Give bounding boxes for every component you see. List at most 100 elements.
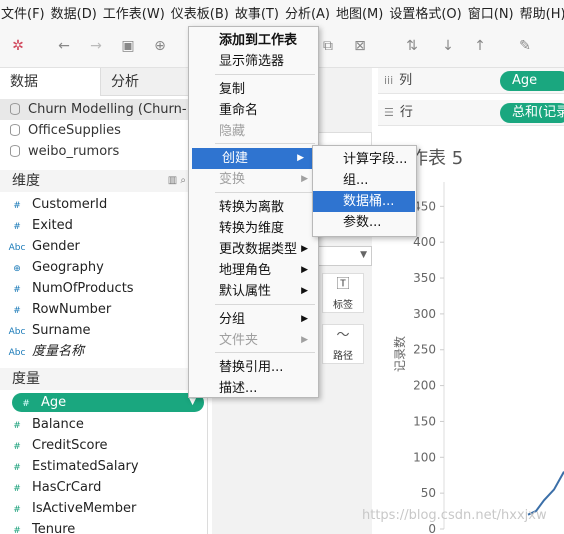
save-icon[interactable]: ▣ (118, 36, 138, 56)
columns-shelf[interactable]: iii 列 Age (378, 68, 564, 94)
submenu-item-3[interactable]: 参数... (313, 212, 416, 233)
menu-worksheet[interactable]: 工作表(W) (103, 3, 171, 22)
submenu-arrow-icon: ▶ (301, 314, 308, 324)
context-menu-item-5[interactable]: 创建 ▶ (192, 148, 314, 169)
label-icon: 🅃 (336, 277, 350, 292)
tab-data[interactable]: 数据 (0, 68, 100, 96)
datasource-weibo[interactable]: weibo_rumors (0, 141, 208, 162)
watermark: https://blog.csdn.net/hxxjxw (362, 508, 547, 523)
submenu-item-2[interactable]: 数据桶... (313, 191, 415, 212)
pane-tabs: 数据 分析 (0, 68, 208, 96)
submenu-item-1[interactable]: 组... (313, 170, 416, 191)
menu-separator (215, 192, 315, 193)
y-tick-label: 300 (413, 307, 436, 321)
context-menu-item-2[interactable]: 复制 (189, 79, 318, 100)
field-age-selected[interactable]: # Age ▼ (12, 393, 204, 412)
context-menu-item-11[interactable]: 默认属性 ▶ (189, 281, 318, 302)
database-icon (10, 145, 20, 157)
submenu-arrow-icon: ▶ (301, 244, 308, 254)
context-menu-item-6: 变换 ▶ (189, 169, 318, 190)
context-menu-item-4: 隐藏 (219, 124, 246, 139)
submenu-item-0[interactable]: 计算字段... (313, 149, 416, 170)
new-datasource-icon[interactable]: ⊕ (150, 36, 170, 56)
context-menu-item-1[interactable]: 显示筛选器 (189, 51, 318, 72)
rows-shelf[interactable]: ☰行 总和(记录数) (378, 100, 564, 126)
y-axis-label: 记录数 (392, 336, 407, 372)
rows-icon: ☰ (384, 106, 394, 119)
columns-icon: iii (384, 74, 394, 87)
field-hascrcard[interactable]: # HasCrCard (0, 477, 208, 498)
context-menu-item-8[interactable]: 转换为维度 (189, 218, 318, 239)
forward-icon[interactable]: → (86, 36, 106, 56)
menu-dashboard[interactable]: 仪表板(B) (171, 3, 235, 22)
menu-separator (215, 304, 315, 305)
menu-story[interactable]: 故事(T) (235, 3, 285, 22)
database-icon (10, 103, 20, 115)
y-tick-label: 200 (413, 379, 436, 393)
context-menu-item-9[interactable]: 更改数据类型 ▶ (189, 239, 318, 260)
field-isactivemember[interactable]: # IsActiveMember (0, 498, 208, 519)
context-menu-item-14[interactable]: 替换引用... (189, 357, 318, 378)
context-menu-item-10[interactable]: 地理角色 ▶ (189, 260, 318, 281)
menu-map[interactable]: 地图(M) (336, 3, 389, 22)
field-exited[interactable]: # Exited (0, 215, 208, 236)
field-measure-names[interactable]: Abc 度量名称 (0, 341, 208, 362)
y-tick-label: 50 (421, 486, 436, 500)
datasource-officesupplies[interactable]: OfficeSupplies (0, 120, 208, 141)
menu-bar: 文件(F) 数据(D) 工作表(W) 仪表板(B) 故事(T) 分析(A) 地图… (0, 0, 564, 24)
menu-format[interactable]: 设置格式(O) (389, 3, 467, 22)
field-balance[interactable]: # Balance (0, 414, 208, 435)
highlight-icon[interactable]: ✎ (515, 36, 535, 56)
field-context-menu: 添加到工作表 显示筛选器复制 重命名隐藏创建 ▶ 变换 ▶ 转换为离散 转换为维度 更改数据类型… (188, 26, 319, 398)
submenu-arrow-icon: ▶ (297, 153, 304, 163)
sort-descending-icon[interactable]: ↑ (470, 36, 490, 56)
tableau-logo-icon[interactable]: ✲ (8, 36, 28, 56)
field-numofproducts[interactable]: # NumOfProducts (0, 278, 208, 299)
menu-file[interactable]: 文件(F) (0, 3, 51, 22)
context-menu-item-12[interactable]: 分组 ▶ (189, 309, 318, 330)
swap-icon[interactable]: ⇅ (402, 36, 422, 56)
field-estimatedsalary[interactable]: # EstimatedSalary (0, 456, 208, 477)
duplicate-sheet-icon[interactable]: ⧉ (318, 36, 338, 56)
menu-data[interactable]: 数据(D) (51, 3, 103, 22)
back-icon[interactable]: ← (54, 36, 74, 56)
dimensions-header: 维度 ▥ ⌕ (0, 170, 208, 192)
field-rownumber[interactable]: # RowNumber (0, 299, 208, 320)
context-menu-item-13: 文件夹 ▶ (189, 330, 318, 351)
menu-help[interactable]: 帮助(H) (520, 3, 564, 22)
field-geography[interactable]: ⊕ Geography (0, 257, 208, 278)
y-tick-label: 100 (413, 450, 436, 464)
label-mark-button[interactable]: 🅃 标签 (322, 273, 364, 313)
field-surname[interactable]: Abc Surname (0, 320, 208, 341)
context-menu-item-15[interactable]: 描述... (189, 378, 318, 399)
create-submenu: 计算字段... 组... 数据桶... 参数... (312, 145, 417, 237)
context-menu-item-0[interactable]: 添加到工作表 (189, 30, 318, 51)
menu-separator (215, 352, 315, 353)
sort-ascending-icon[interactable]: ↓ (438, 36, 458, 56)
path-mark-button[interactable]: 〜 路径 (322, 324, 364, 364)
y-tick-label: 250 (413, 343, 436, 357)
submenu-arrow-icon: ▶ (301, 286, 308, 296)
y-tick-label: 0 (428, 522, 436, 534)
view-options-icon[interactable]: ▥ ⌕ (168, 170, 186, 192)
field-gender[interactable]: Abc Gender (0, 236, 208, 257)
datasource-churn[interactable]: Churn Modelling (Churn-... (0, 99, 208, 120)
y-tick-label: 350 (413, 271, 436, 285)
path-icon: 〜 (336, 328, 350, 343)
rows-pill-count[interactable]: 总和(记录数) (500, 103, 564, 123)
database-icon (10, 124, 20, 136)
submenu-arrow-icon: ▶ (301, 265, 308, 275)
menu-window[interactable]: 窗口(N) (468, 3, 520, 22)
columns-pill-age[interactable]: Age (500, 71, 564, 91)
clear-sheet-icon[interactable]: ⊠ (350, 36, 370, 56)
field-customerid[interactable]: # CustomerId (0, 194, 208, 215)
field-tenure[interactable]: # Tenure (0, 519, 208, 534)
mark-type-select[interactable]: ▼ (317, 246, 372, 266)
menu-analysis[interactable]: 分析(A) (285, 3, 336, 22)
context-menu-item-3[interactable]: 重命名 (189, 100, 318, 121)
y-tick-label: 150 (413, 414, 436, 428)
submenu-arrow-icon: ▶ (301, 174, 308, 184)
measures-header: 度量 (0, 368, 208, 390)
field-creditscore[interactable]: # CreditScore (0, 435, 208, 456)
context-menu-item-7[interactable]: 转换为离散 (189, 197, 318, 218)
